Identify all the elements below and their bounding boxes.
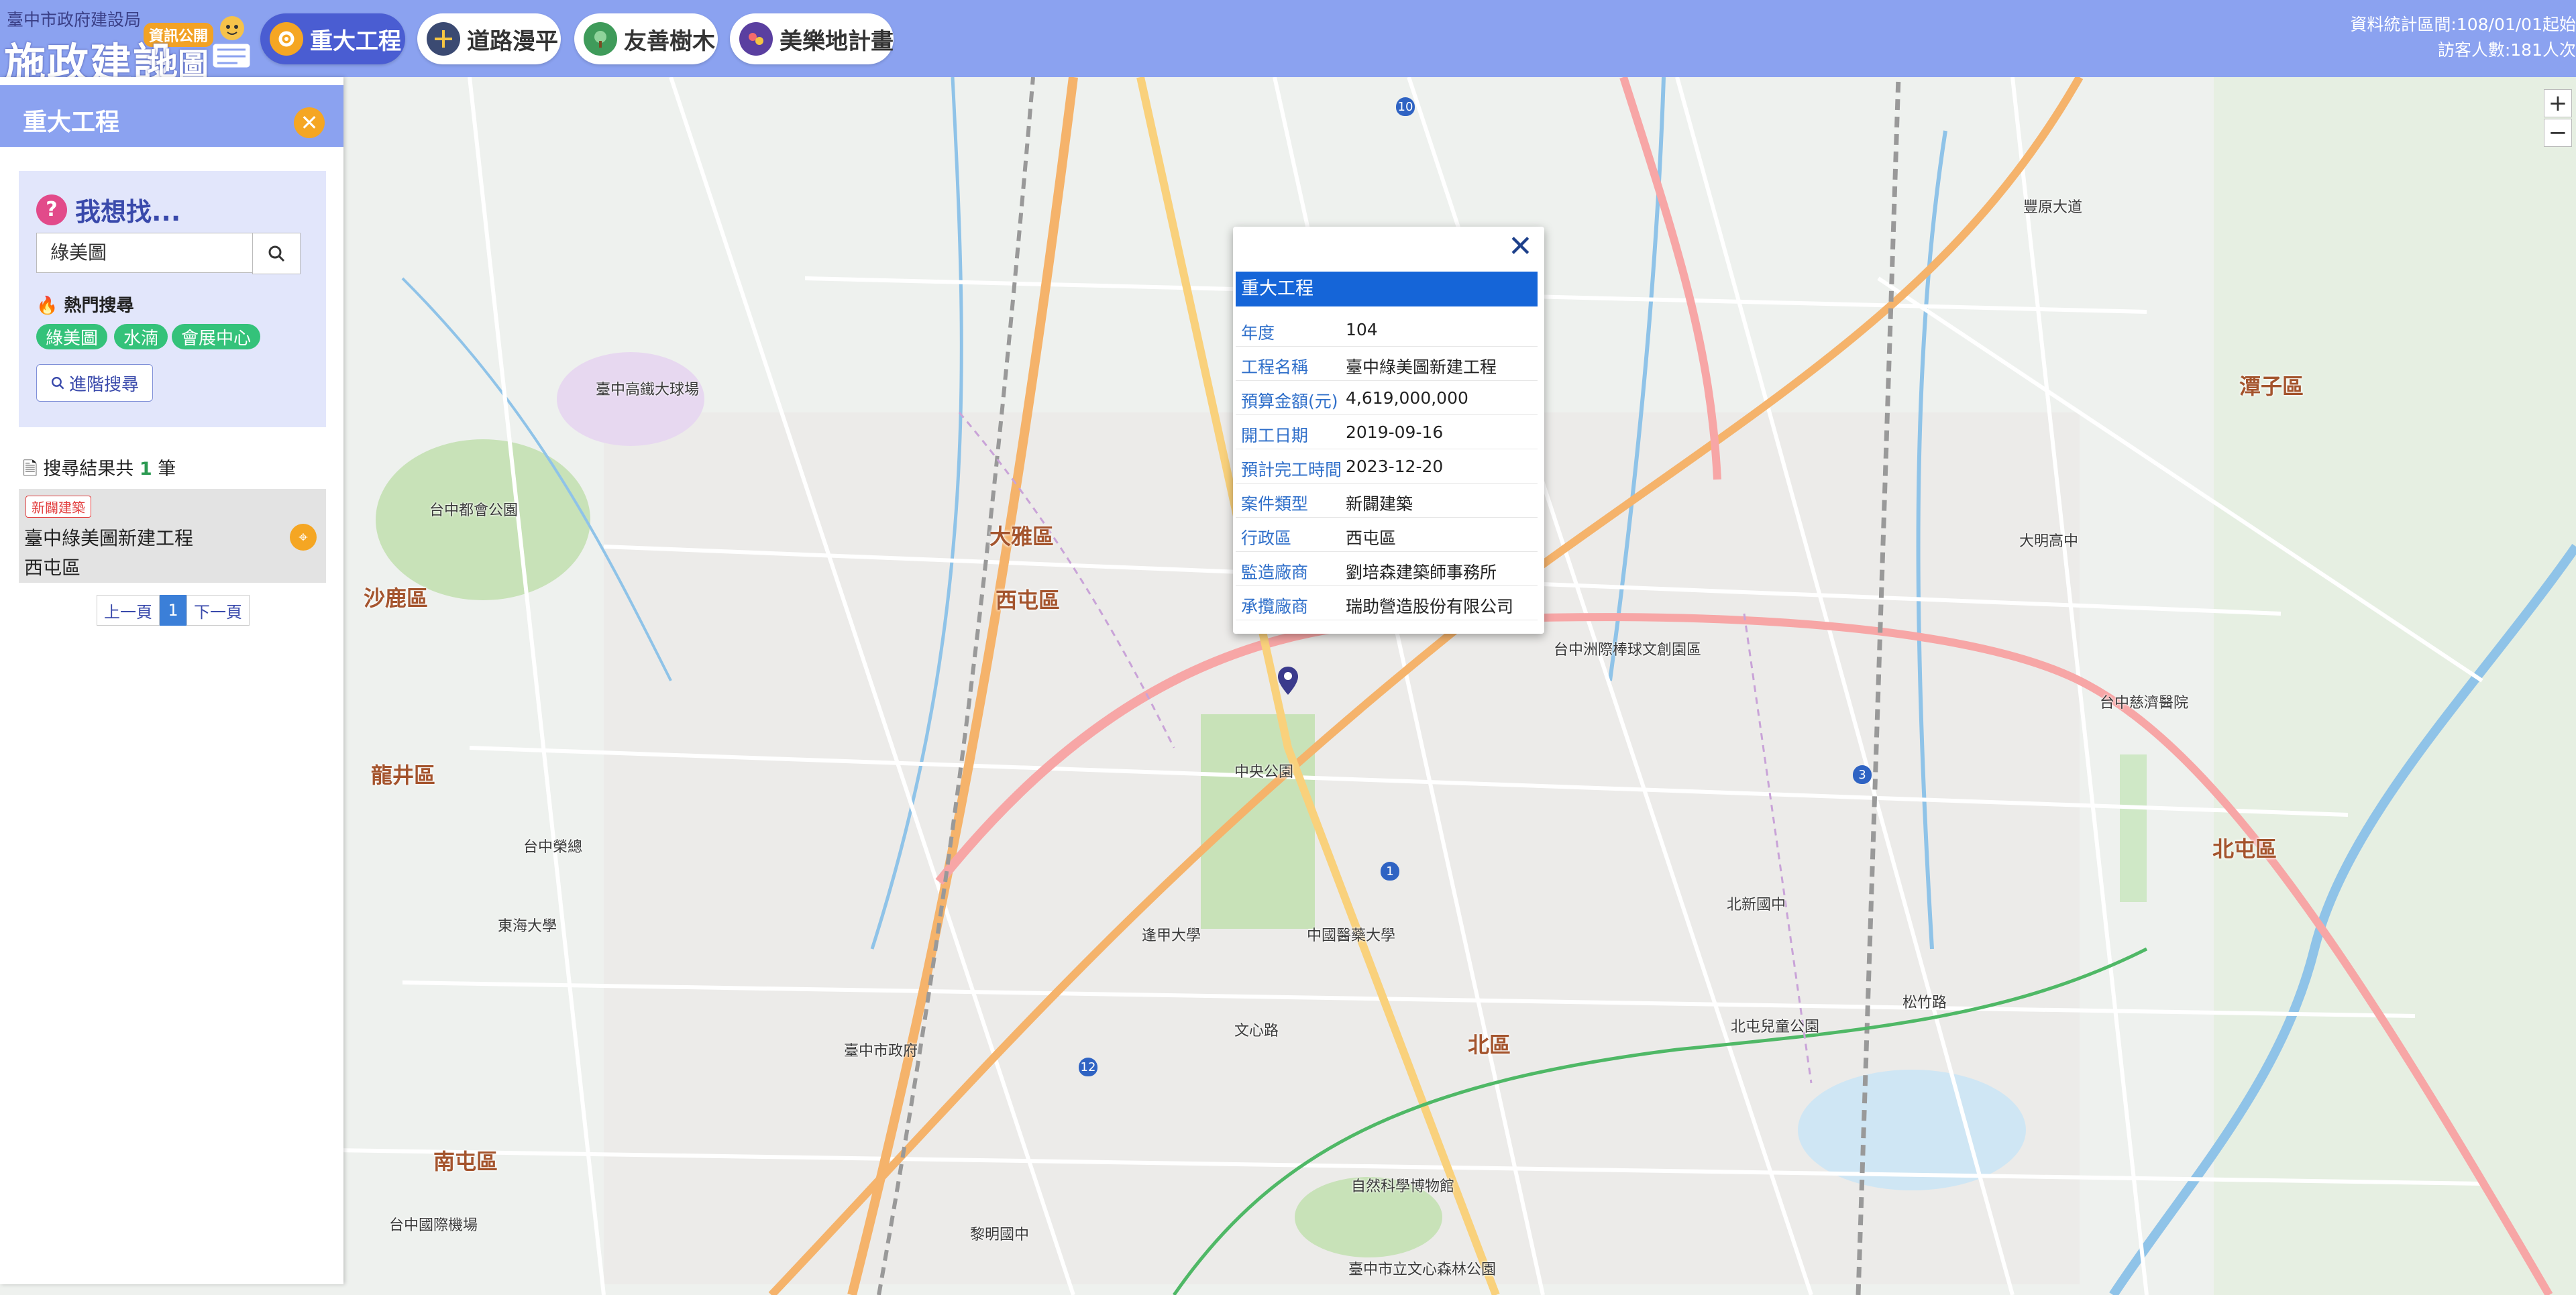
place-label: 台中都會公園 [429,502,519,519]
tree-icon [584,22,617,56]
place-label: 黎明國中 [970,1227,1030,1243]
mascot-icon [211,16,252,70]
place-label: 北屯兒童公園 [1731,1019,1820,1035]
stats-period: 資料統計區間:108/01/01起始 [2350,15,2576,34]
tab-label: 道路漫平 [467,27,558,55]
search-icon [51,376,64,390]
place-label: 台中慈濟醫院 [2100,695,2189,712]
list-item[interactable]: 新闢建築 臺中綠美圖新建工程 西屯區 ⌖ [19,489,326,583]
tab-major-projects[interactable]: 重大工程 [260,13,405,64]
advanced-search-button[interactable]: 進階搜尋 [36,364,153,402]
result-district: 西屯區 [24,557,81,579]
search-heading-label: 我想找... [75,197,181,227]
route-shield-icon: 10 [1396,97,1415,116]
info-row: 開工日期 2019-09-16 [1236,414,1538,449]
advanced-search-label: 進階搜尋 [68,374,139,395]
place-label: 中央公園 [1234,764,1294,781]
info-row: 預計完工時間 2023-12-20 [1236,449,1538,484]
search-heading: ? 我想找... [36,191,180,228]
zoom-out-button[interactable]: − [2544,119,2572,147]
place-label: 自然科學博物館 [1351,1178,1455,1195]
district-label: 沙鹿區 [364,585,429,611]
question-icon: ? [36,194,67,225]
info-row: 行政區 西屯區 [1236,517,1538,552]
route-shield-icon: 12 [1079,1058,1097,1076]
info-row: 預算金額(元) 4,619,000,000 [1236,380,1538,415]
panel-title: 重大工程 [23,109,120,136]
zoom-in-button[interactable]: + [2544,89,2572,117]
tab-label: 美樂地計畫 [780,27,894,55]
place-label: 北新國中 [1727,897,1786,913]
result-count: 🗎 搜尋結果共 1 筆 [23,459,176,480]
place-label: 中國醫藥大學 [1307,927,1396,944]
next-page-button[interactable]: 下一頁 [186,595,250,626]
search-section: ? 我想找... 綠美圖 🔥 熱門搜尋 綠美圖 水湳 會展中心 進階搜尋 [19,171,326,427]
district-label: 西屯區 [996,587,1061,613]
place-label: 台中榮總 [523,839,583,856]
place-label: 豐原大道 [2023,199,2083,216]
info-row: 承攬廠商 瑞助營造股份有限公司 [1236,585,1538,620]
locate-icon[interactable]: ⌖ [290,524,317,551]
place-label: 台中洲際棒球文創園區 [1554,642,1702,659]
route-shield-icon: 1 [1381,862,1399,881]
place-label: 松竹路 [1902,995,1947,1011]
info-row: 監造廠商 劉培森建築師事務所 [1236,551,1538,586]
project-popup: ✕ 重大工程 年度 104 工程名稱 臺中綠美圖新建工程 預算金額(元) 4,619,… [1233,227,1544,634]
type-badge: 新闢建築 [25,496,91,518]
place-label: 臺中高鐵大球場 [596,382,700,398]
hot-tag[interactable]: 水湳 [114,324,168,349]
place-label: 逢甲大學 [1142,927,1201,944]
tab-label: 友善樹木 [624,27,715,55]
district-label: 南屯區 [433,1149,498,1174]
current-page-button[interactable]: 1 [160,595,186,626]
road-icon [427,22,460,56]
construction-icon [270,22,303,56]
place-label: 文心路 [1234,1023,1279,1039]
site-logo[interactable]: 臺中市政府建設局 資訊公開 施政建設 地圖 [4,4,259,88]
place-label: 臺中市立文心森林公園 [1348,1261,1497,1278]
place-label: 台中國際機場 [389,1217,478,1234]
close-icon[interactable]: ✕ [294,107,325,138]
search-button[interactable] [252,233,301,274]
tab-playground-plan[interactable]: 美樂地計畫 [730,13,894,64]
popup-header: 重大工程 [1236,272,1538,306]
hot-search-text: 熱門搜尋 [64,296,134,316]
district-label: 北區 [1468,1032,1511,1058]
org-name: 臺中市政府建設局 [7,10,142,30]
district-label: 北屯區 [2212,836,2277,862]
district-label: 潭子區 [2239,374,2304,399]
stats-visitors: 訪客人數:181人次 [2437,40,2576,60]
tab-road-paving[interactable]: 道路漫平 [417,13,561,64]
hot-search-label: 🔥 熱門搜尋 [36,292,133,317]
district-label: 大雅區 [989,524,1055,549]
top-header: 臺中市政府建設局 資訊公開 施政建設 地圖 重大工程 道路漫平 友善樹木 美樂地… [0,0,2576,88]
search-input[interactable]: 綠美圖 [36,233,252,273]
panel-header: 重大工程 ✕ [0,85,343,147]
fire-icon: 🔥 [36,296,58,316]
route-shield-icon: 3 [1853,765,1872,784]
info-row: 案件類型 新闢建築 [1236,483,1538,518]
location-pin-icon[interactable] [1277,665,1299,696]
place-label: 東海大學 [498,918,557,935]
result-name: 臺中綠美圖新建工程 [24,527,194,549]
document-icon: 🗎 [23,459,38,480]
district-label: 龍井區 [371,763,436,788]
info-row: 年度 104 [1236,312,1538,347]
place-label: 大明高中 [2019,533,2079,550]
visitor-stats: 資料統計區間:108/01/01起始 訪客人數:181人次 [2350,12,2576,63]
side-panel: 重大工程 ✕ ? 我想找... 綠美圖 🔥 熱門搜尋 綠美圖 水湳 會展中心 進… [0,77,343,1284]
info-row: 工程名稱 臺中綠美圖新建工程 [1236,346,1538,381]
close-icon[interactable]: ✕ [1508,229,1533,264]
playground-icon [739,22,773,56]
place-label: 臺中市政府 [844,1043,918,1060]
search-icon [268,245,285,262]
prev-page-button[interactable]: 上一頁 [97,595,160,626]
hot-tag[interactable]: 綠美圖 [36,324,108,349]
tab-friendly-trees[interactable]: 友善樹木 [574,13,718,64]
hot-tag[interactable]: 會展中心 [172,324,261,349]
tab-label: 重大工程 [310,27,401,55]
